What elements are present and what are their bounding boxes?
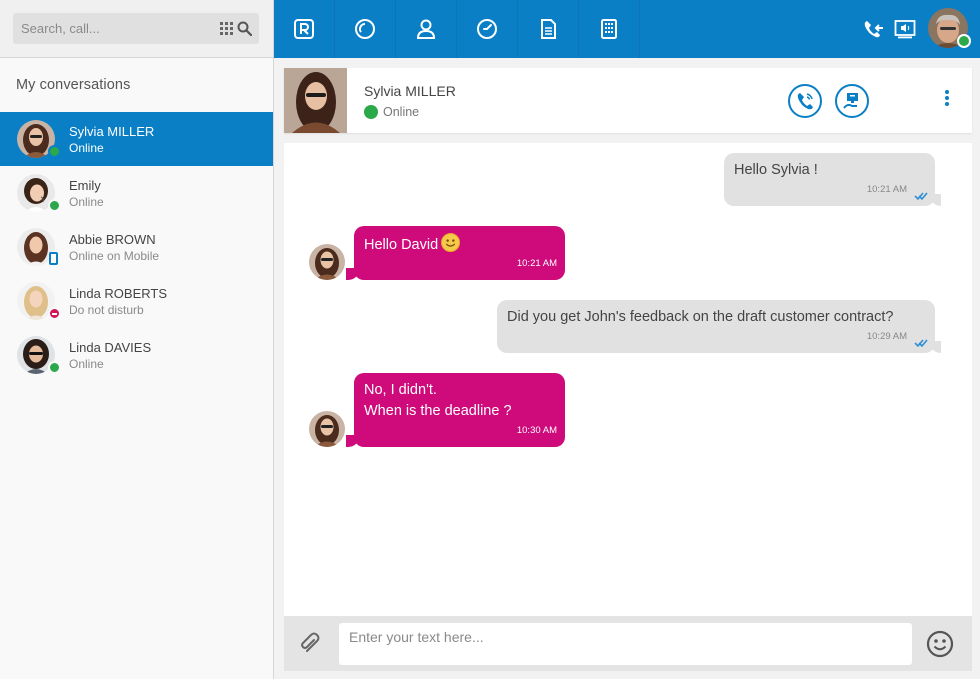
- message-text: Did you get John's feedback on the draft…: [507, 309, 894, 325]
- search-bar: [0, 0, 273, 58]
- message-list: Hello Sylvia ! 10:21 AM Hello David 10:2…: [284, 143, 972, 616]
- contact-name: Sylvia MILLER: [69, 124, 155, 139]
- share-screen-icon: [843, 93, 858, 109]
- presence-dnd-icon: [48, 307, 61, 320]
- message-time: 10:29 AM: [866, 331, 907, 342]
- call-forward-icon[interactable]: [862, 18, 884, 40]
- message-bubble-outgoing: Did you get John's feedback on the draft…: [497, 300, 941, 353]
- contact-name: Abbie BROWN: [69, 232, 156, 247]
- emoji-picker-icon[interactable]: [926, 630, 954, 658]
- conversation-item-linda-davies[interactable]: Linda DAVIES Online: [0, 328, 273, 382]
- conversation-item-linda-roberts[interactable]: Linda ROBERTS Do not disturb: [0, 274, 273, 328]
- header-contact-name: Sylvia MILLER: [364, 83, 456, 99]
- contact-status: Do not disturb: [69, 303, 144, 317]
- nav-clock-button[interactable]: [457, 0, 518, 58]
- conversation-item-sylvia-miller[interactable]: Sylvia MILLER Online: [0, 112, 273, 166]
- message-time: 10:30 AM: [516, 425, 557, 436]
- message-composer: [284, 616, 972, 671]
- message-text: Hello David: [364, 237, 439, 253]
- contact-photo[interactable]: [284, 68, 347, 133]
- search-input[interactable]: [13, 13, 213, 44]
- nav-directory-button[interactable]: [579, 0, 640, 58]
- user-presence-online-icon: [957, 34, 971, 48]
- contact-status: Online: [69, 141, 104, 155]
- rainbow-logo-button[interactable]: [274, 0, 335, 58]
- presence-mobile-icon: [49, 252, 58, 265]
- header-contact-status: Online: [383, 105, 420, 119]
- nav-contacts-button[interactable]: [396, 0, 457, 58]
- read-receipt-icon: [914, 192, 928, 201]
- document-icon: [541, 19, 556, 39]
- share-screen-button[interactable]: [835, 84, 869, 118]
- clock-icon: [477, 19, 497, 39]
- message-text: Hello Sylvia !: [734, 162, 818, 178]
- contacts-icon: [416, 19, 436, 39]
- avatar: [309, 411, 345, 447]
- top-navigation-bar: [274, 0, 980, 58]
- contact-status: Online: [69, 195, 104, 209]
- message-bubble-incoming: No, I didn't. When is the deadline ? 10:…: [346, 373, 565, 447]
- conversation-item-abbie-brown[interactable]: Abbie BROWN Online on Mobile: [0, 220, 273, 274]
- message-text-line: When is the deadline ?: [364, 403, 512, 419]
- presence-online-icon: [48, 361, 61, 374]
- search-icon[interactable]: [237, 21, 252, 36]
- avatar: [309, 244, 345, 280]
- contact-name: Linda ROBERTS: [69, 286, 168, 301]
- section-title: My conversations: [16, 77, 131, 93]
- rainbow-logo-icon: [294, 19, 314, 39]
- read-receipt-icon: [914, 339, 928, 348]
- message-text-line: No, I didn't.: [364, 382, 437, 398]
- nav-files-button[interactable]: [518, 0, 579, 58]
- smiley-emoji-icon: [441, 233, 461, 252]
- presence-online-icon: [48, 199, 61, 212]
- audio-device-icon[interactable]: [894, 18, 916, 40]
- message-time: 10:21 AM: [516, 258, 557, 269]
- conversation-item-emily[interactable]: Emily Online: [0, 166, 273, 220]
- contact-name: Emily: [69, 178, 101, 193]
- company-directory-icon: [601, 19, 617, 39]
- conversation-header: Sylvia MILLER Online: [284, 68, 972, 133]
- paperclip-icon[interactable]: [299, 631, 323, 655]
- call-button[interactable]: [788, 84, 822, 118]
- recent-calls-icon: [355, 19, 375, 39]
- presence-online-icon: [364, 105, 378, 119]
- message-input[interactable]: [339, 623, 912, 665]
- contact-status: Online on Mobile: [69, 249, 160, 263]
- contact-status: Online: [69, 357, 104, 371]
- dialpad-icon[interactable]: [220, 22, 233, 35]
- message-bubble-outgoing: Hello Sylvia ! 10:21 AM: [724, 153, 941, 206]
- nav-recent-button[interactable]: [335, 0, 396, 58]
- call-icon: [797, 93, 813, 110]
- search-box: [13, 13, 259, 44]
- message-bubble-incoming: Hello David 10:21 AM: [346, 226, 565, 280]
- sidebar: My conversations Sylvia MILLER Online Em…: [0, 0, 274, 679]
- more-options-icon[interactable]: [942, 90, 952, 112]
- presence-online-icon: [48, 145, 61, 158]
- message-time: 10:21 AM: [866, 184, 907, 195]
- conversation-list: Sylvia MILLER Online Emily Online Abbie …: [0, 112, 273, 382]
- contact-name: Linda DAVIES: [69, 340, 152, 355]
